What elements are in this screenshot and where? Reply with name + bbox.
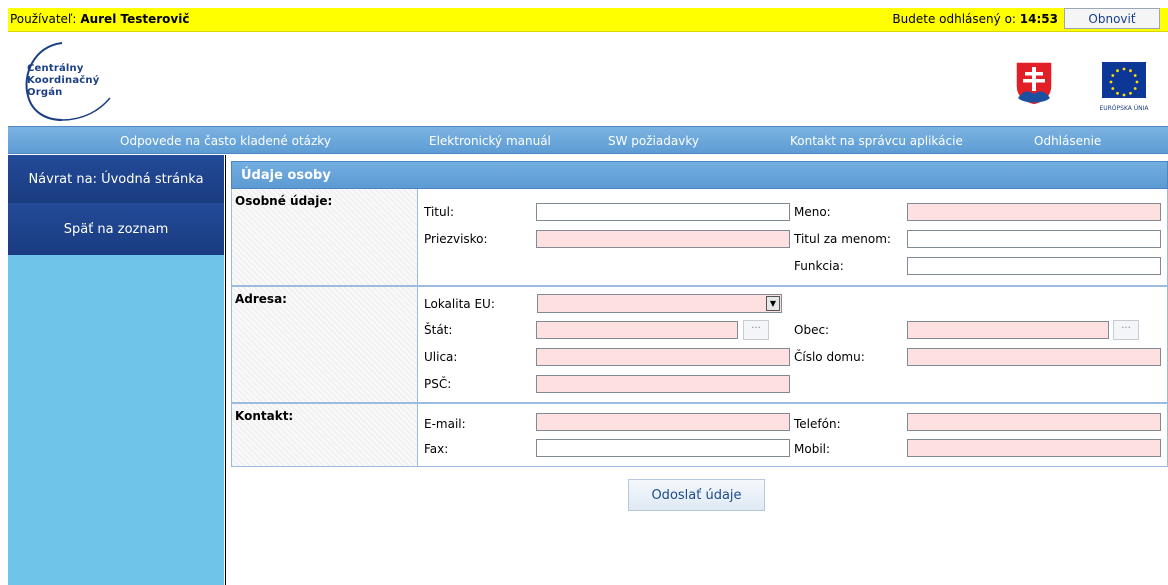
nav-sw-requests[interactable]: SW požiadavky: [608, 134, 699, 148]
fax-input[interactable]: [536, 439, 790, 457]
label-state: Štát:: [424, 323, 453, 337]
logout-label: Budete odhlásený o:: [892, 12, 1016, 26]
nav-logout[interactable]: Odhlásenie: [1034, 134, 1101, 148]
sidebar-item-home[interactable]: Návrat na: Úvodná stránka: [8, 155, 224, 203]
label-house-number: Číslo domu:: [794, 350, 865, 364]
eu-caption: EURÓPSKA ÚNIA: [1099, 105, 1149, 112]
sidebar: Návrat na: Úvodná stránka Späť na zoznam: [8, 155, 224, 585]
label-email: E-mail:: [424, 417, 466, 431]
sidebar-item-label: Návrat na: Úvodná stránka: [28, 172, 204, 187]
slovak-emblem-icon: [1015, 61, 1053, 106]
divider: [225, 155, 226, 585]
nav-contact-admin[interactable]: Kontakt na správcu aplikácie: [790, 134, 963, 148]
section-address: Adresa: Lokalita EU: ▼ Štát: ··· Obec: ·…: [231, 286, 1168, 403]
panel-title-text: Údaje osoby: [241, 168, 331, 183]
panel-title: Údaje osoby: [231, 161, 1168, 189]
label-street: Ulica:: [424, 350, 458, 364]
function-input[interactable]: [907, 257, 1161, 275]
cko-logo[interactable]: Centrálny Koordinačný Orgán: [24, 40, 144, 121]
label-fax: Fax:: [424, 442, 449, 456]
user-name: Aurel Testerovič: [80, 12, 190, 26]
label-mobile: Mobil:: [794, 442, 831, 456]
section-contact: Kontakt: E-mail: Telefón: Fax: Mobil:: [231, 403, 1168, 467]
user-info: Používateľ: Aurel Testerovič: [10, 12, 189, 26]
email-input[interactable]: [536, 413, 790, 431]
title-after-input[interactable]: [907, 230, 1161, 248]
state-lookup-button[interactable]: ···: [743, 320, 769, 340]
submit-button[interactable]: Odoslať údaje: [628, 479, 765, 511]
title-input[interactable]: [536, 203, 790, 221]
section-title: Kontakt:: [235, 409, 294, 423]
eu-flag-icon: [1102, 62, 1146, 98]
label-title: Titul:: [424, 205, 454, 219]
eu-flag: EURÓPSKA ÚNIA: [1093, 60, 1155, 116]
eu-locality-select[interactable]: ▼: [537, 294, 782, 313]
label-title-after: Titul za menom:: [794, 232, 891, 246]
street-input[interactable]: [536, 348, 790, 366]
zip-input[interactable]: [536, 375, 790, 393]
main-nav: Odpovede na často kladené otázky Elektro…: [8, 126, 1168, 154]
chevron-down-icon[interactable]: ▼: [766, 296, 780, 311]
label-eu-locality: Lokalita EU:: [424, 297, 495, 311]
municipality-input[interactable]: [907, 321, 1109, 339]
state-input[interactable]: [536, 321, 738, 339]
section-title: Osobné údaje:: [235, 194, 333, 208]
label-function: Funkcia:: [794, 259, 844, 273]
logout-countdown: Budete odhlásený o: 14:53: [892, 12, 1058, 26]
refresh-button[interactable]: Obnoviť: [1064, 8, 1160, 29]
section-personal: Osobné údaje: Titul: Meno: Priezvisko: T…: [231, 189, 1168, 286]
sidebar-item-back-to-list[interactable]: Späť na zoznam: [8, 203, 224, 255]
section-label: Osobné údaje:: [232, 189, 418, 285]
header: Centrálny Koordinačný Orgán EURÓPSKA ÚNI…: [8, 32, 1168, 126]
label-first-name: Meno:: [794, 205, 831, 219]
sidebar-item-label: Späť na zoznam: [63, 222, 169, 237]
logo-text: Centrálny Koordinačný Orgán: [27, 63, 100, 98]
user-info-bar: Používateľ: Aurel Testerovič Budete odhl…: [8, 8, 1168, 32]
section-title: Adresa:: [235, 292, 287, 306]
user-label: Používateľ:: [10, 12, 77, 26]
label-municipality: Obec:: [794, 323, 830, 337]
section-label: Adresa:: [232, 287, 418, 402]
house-number-input[interactable]: [907, 348, 1161, 366]
municipality-lookup-button[interactable]: ···: [1113, 320, 1139, 340]
logout-time: 14:53: [1019, 12, 1058, 26]
nav-manual[interactable]: Elektronický manuál: [429, 134, 551, 148]
section-label: Kontakt:: [232, 404, 418, 466]
phone-input[interactable]: [907, 413, 1161, 431]
mobile-input[interactable]: [907, 439, 1161, 457]
nav-faq[interactable]: Odpovede na často kladené otázky: [120, 134, 331, 148]
label-zip: PSČ:: [424, 377, 452, 391]
label-surname: Priezvisko:: [424, 232, 488, 246]
surname-input[interactable]: [536, 230, 790, 248]
first-name-input[interactable]: [907, 203, 1161, 221]
label-phone: Telefón:: [794, 417, 841, 431]
